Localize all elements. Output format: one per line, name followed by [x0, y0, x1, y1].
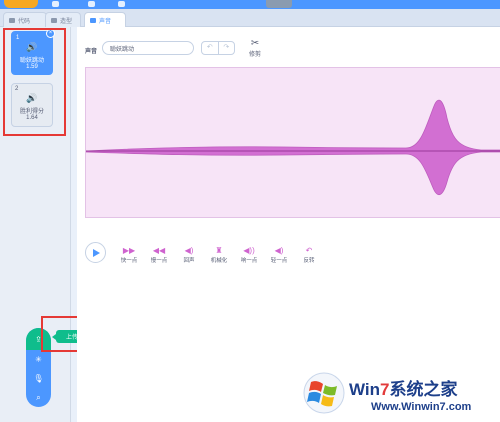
effect-label: 机械化 [210, 258, 228, 264]
undo-redo-group: ↶ ↷ [201, 41, 235, 55]
scissors-icon: ✂ [250, 38, 260, 49]
scratch-logo[interactable] [4, 0, 38, 8]
choose-sound-button[interactable]: ⌕ [26, 388, 51, 407]
waveform-graphic [85, 99, 500, 196]
effect-louder[interactable]: ◀)) 响一点 [236, 246, 262, 264]
play-button[interactable] [85, 242, 106, 263]
louder-icon: ◀)) [243, 246, 255, 255]
effect-label: 慢一点 [150, 258, 168, 264]
sound-editor: 声音 ↶ ↷ ✂ 修剪 ▶▶ 快一点 ◀◀ 慢一点 ◀) 回声 ♜ [77, 27, 500, 422]
code-icon [9, 17, 15, 23]
echo-icon: ◀) [184, 246, 194, 255]
redo-icon[interactable]: ↷ [219, 42, 235, 54]
windows-logo-icon [303, 372, 345, 414]
tab-code[interactable]: 代码 [3, 12, 47, 27]
search-icon: ⌕ [36, 392, 41, 402]
file-menu-icon[interactable] [88, 1, 95, 7]
highlight-box [3, 28, 66, 136]
tab-costumes[interactable]: 造型 [45, 12, 81, 27]
brush-icon [51, 17, 57, 23]
trim-button[interactable]: ✂ 修剪 [249, 38, 262, 59]
effect-faster[interactable]: ▶▶ 快一点 [116, 246, 142, 264]
tab-sounds[interactable]: 声音 [84, 12, 126, 28]
watermark-title: Win7系统之家 [349, 375, 457, 400]
trim-label: 修剪 [249, 52, 262, 58]
record-button[interactable]: 🎙 [26, 369, 51, 388]
sound-name-input[interactable] [102, 41, 194, 55]
tab-costumes-label: 造型 [60, 18, 73, 25]
sound-name-label: 声音 [85, 49, 98, 55]
waveform-area[interactable] [85, 67, 500, 218]
effect-label: 反转 [303, 258, 315, 264]
slow-icon: ◀◀ [152, 246, 166, 255]
watermark-url: Www.Winwin7.com [371, 401, 472, 413]
speaker-icon [90, 18, 96, 23]
share-button[interactable] [266, 0, 292, 8]
surprise-button[interactable]: ✳ [26, 350, 51, 369]
effect-label: 响一点 [240, 258, 258, 264]
effect-label: 快一点 [120, 258, 138, 264]
fast-icon: ▶▶ [122, 246, 136, 255]
globe-icon[interactable] [52, 1, 59, 7]
editor-tabs: 代码 造型 声音 [0, 9, 500, 28]
tab-sounds-label: 声音 [99, 19, 112, 25]
undo-icon[interactable]: ↶ [202, 42, 219, 54]
edit-menu-icon[interactable] [118, 1, 125, 7]
effect-softer[interactable]: ◀) 轻一点 [266, 246, 292, 264]
effect-robot[interactable]: ♜ 机械化 [206, 246, 232, 264]
microphone-icon: 🎙 [33, 374, 44, 383]
effects-bar: ▶▶ 快一点 ◀◀ 慢一点 ◀) 回声 ♜ 机械化 ◀)) 响一点 ◀) 轻一点… [85, 242, 345, 266]
reverse-icon: ↶ [305, 246, 313, 255]
sparkle-icon: ✳ [35, 355, 42, 364]
softer-icon: ◀) [274, 246, 284, 255]
tab-code-label: 代码 [18, 18, 31, 25]
watermark-title-win: Win [349, 380, 381, 399]
play-icon [93, 248, 100, 257]
effect-reverse[interactable]: ↶ 反转 [296, 246, 322, 264]
watermark: Win7系统之家 Www.Winwin7.com [303, 372, 500, 422]
effect-slower[interactable]: ◀◀ 慢一点 [146, 246, 172, 264]
effect-label: 轻一点 [270, 258, 288, 264]
watermark-title-suffix: 系统之家 [389, 380, 458, 399]
robot-icon: ♜ [215, 246, 223, 255]
menu-bar [0, 0, 500, 9]
effect-label: 回声 [183, 258, 195, 264]
effect-echo[interactable]: ◀) 回声 [176, 246, 202, 264]
